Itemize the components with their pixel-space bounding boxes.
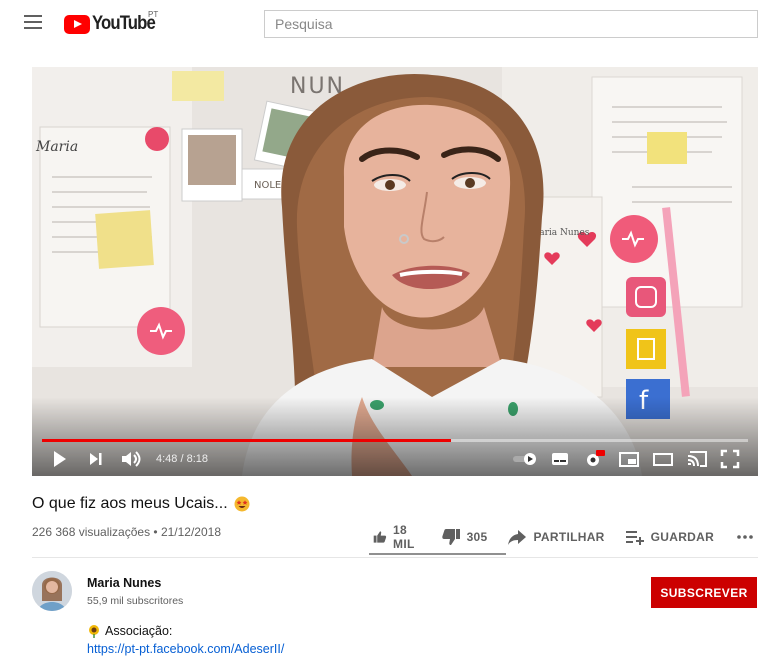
- thumbs-up-icon: [373, 531, 387, 543]
- video-frame: Maria NUN NOLE f Maria Nunes: [32, 67, 758, 476]
- playlist-add-icon: [625, 531, 644, 545]
- cast-icon[interactable]: [686, 449, 708, 469]
- play-icon[interactable]: [52, 449, 68, 469]
- top-bar: YouTube PT: [0, 0, 758, 48]
- like-button[interactable]: 18 MIL: [373, 523, 421, 551]
- channel-avatar[interactable]: [32, 571, 72, 611]
- description-text: Associação:: [105, 624, 173, 638]
- play-logo-icon: [64, 14, 90, 34]
- share-icon: [508, 530, 527, 545]
- fullscreen-icon[interactable]: [720, 449, 740, 469]
- share-button[interactable]: PARTILHAR: [507, 528, 604, 546]
- description-line: Associação:: [87, 624, 172, 638]
- share-label: PARTILHAR: [533, 530, 605, 544]
- scene-note-left: Maria: [35, 139, 78, 155]
- sentiment-bar-fill: [369, 553, 504, 555]
- description-link[interactable]: https://pt-pt.facebook.com/AdeserII/: [87, 642, 284, 656]
- dislike-button[interactable]: 305: [441, 528, 488, 546]
- search-box[interactable]: [264, 10, 758, 38]
- video-player[interactable]: Maria NUN NOLE f Maria Nunes: [32, 67, 758, 476]
- sunflower-emoji-icon: [89, 625, 99, 638]
- menu-icon[interactable]: [24, 15, 42, 29]
- save-button[interactable]: GUARDAR: [625, 528, 714, 546]
- star-struck-emoji-icon: [234, 496, 250, 512]
- video-title: O que fiz aos meus Ucais...: [32, 495, 250, 513]
- subtitles-icon[interactable]: [550, 449, 570, 469]
- subscribe-button[interactable]: SUBSCREVER: [651, 577, 757, 608]
- logo-text: YouTube: [92, 13, 156, 34]
- autoplay-toggle-icon[interactable]: [512, 449, 538, 469]
- theater-mode-icon[interactable]: [652, 449, 674, 469]
- more-horizontal-icon: [737, 535, 753, 539]
- sentiment-bar: [369, 553, 506, 555]
- volume-icon[interactable]: [120, 449, 142, 469]
- divider: [32, 557, 758, 558]
- action-bar: 18 MIL 305 PARTILHAR GUARDAR: [373, 522, 758, 552]
- dislike-count: 305: [466, 530, 488, 544]
- views-and-date: 226 368 visualizações • 21/12/2018: [32, 525, 222, 539]
- search-input[interactable]: [265, 11, 757, 37]
- more-actions-button[interactable]: [736, 534, 758, 540]
- time-display: 4:48 / 8:18: [156, 453, 208, 465]
- player-controls: 4:48 / 8:18: [32, 442, 758, 476]
- like-count: 18 MIL: [393, 523, 415, 551]
- channel-name[interactable]: Maria Nunes: [87, 576, 161, 590]
- region-code: PT: [148, 10, 159, 19]
- video-title-text: O que fiz aos meus Ucais...: [32, 495, 228, 512]
- thumbs-down-icon: [441, 529, 460, 545]
- miniplayer-icon[interactable]: [618, 449, 640, 469]
- next-icon[interactable]: [88, 449, 104, 469]
- subscriber-count: 55,9 mil subscritores: [87, 595, 184, 607]
- settings-icon[interactable]: [584, 449, 606, 469]
- scene-photo-caption: NOLE: [254, 180, 281, 191]
- avatar-image: [32, 571, 72, 611]
- save-label: GUARDAR: [650, 530, 715, 544]
